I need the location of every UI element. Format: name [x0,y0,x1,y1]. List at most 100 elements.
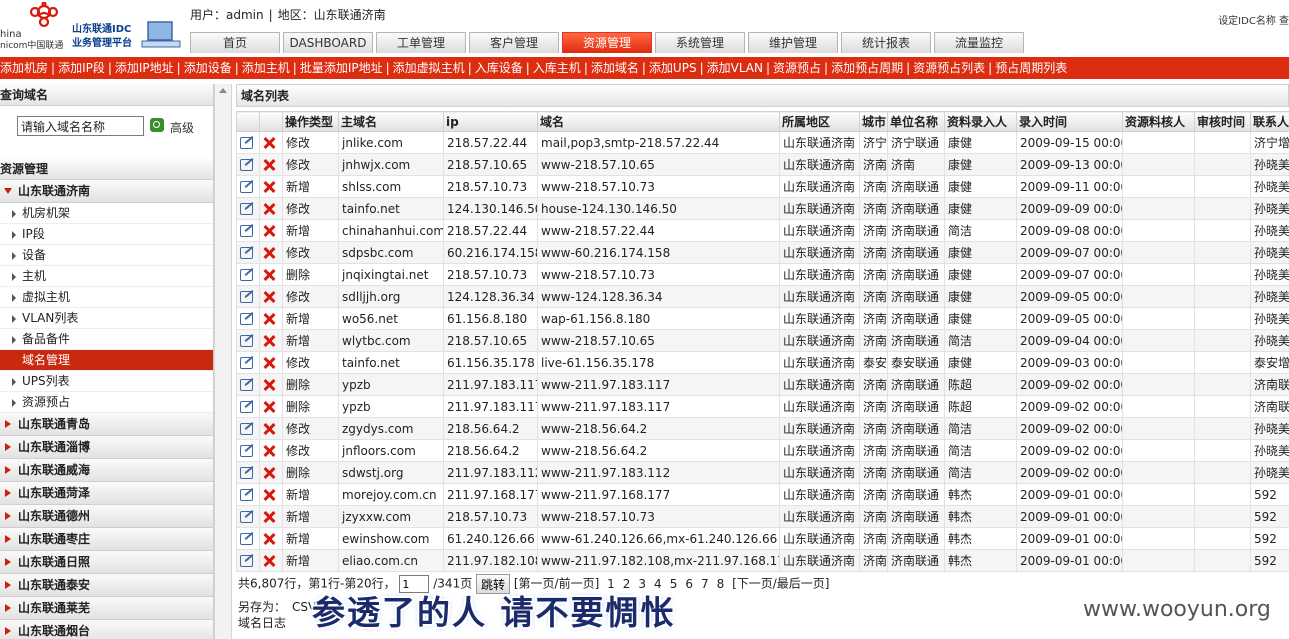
edit-icon[interactable] [240,467,253,479]
table-cell: 康健 [944,241,1017,264]
nav-action-2[interactable]: 添加IP地址 [115,61,174,75]
edit-icon[interactable] [240,357,253,369]
sidebar-group-5[interactable]: 山东联通枣庄 [0,528,213,551]
tab-1[interactable]: DASHBOARD [283,32,373,53]
nav-action-14[interactable]: 资源预占列表 [913,61,985,75]
edit-icon[interactable] [240,269,253,281]
next-last-link[interactable]: [下一页/最后一页] [732,577,829,591]
sidebar-item-4[interactable]: 虚拟主机 [0,287,213,308]
page-link-6[interactable]: 6 [685,577,693,591]
delete-icon[interactable] [263,137,275,149]
sidebar-group-2[interactable]: 山东联通威海 [0,459,213,482]
edit-icon[interactable] [240,555,253,567]
sidebar-item-0[interactable]: 机房机架 [0,203,213,224]
tab-4[interactable]: 资源管理 [562,32,652,53]
nav-action-7[interactable]: 入库设备 [475,61,523,75]
nav-action-3[interactable]: 添加设备 [184,61,232,75]
edit-icon[interactable] [240,445,253,457]
edit-icon[interactable] [240,313,253,325]
edit-icon[interactable] [240,247,253,259]
delete-icon[interactable] [263,159,275,171]
delete-icon[interactable] [263,247,275,259]
nav-action-11[interactable]: 添加VLAN [707,61,763,75]
sidebar-scrollbar[interactable] [214,84,232,639]
nav-action-1[interactable]: 添加IP段 [58,61,105,75]
table-cell: 2009-09-07 00:00 [1016,263,1123,286]
sidebar-group-jinan[interactable]: 山东联通济南 [0,180,213,203]
sidebar-item-3[interactable]: 主机 [0,266,213,287]
sidebar-group-3[interactable]: 山东联通菏泽 [0,482,213,505]
edit-icon[interactable] [240,533,253,545]
tab-5[interactable]: 系统管理 [655,32,745,53]
page-link-7[interactable]: 7 [701,577,709,591]
edit-icon[interactable] [240,423,253,435]
page-link-8[interactable]: 8 [717,577,725,591]
tab-6[interactable]: 维护管理 [748,32,838,53]
nav-action-13[interactable]: 添加预占周期 [831,61,903,75]
delete-icon[interactable] [263,423,275,435]
nav-action-0[interactable]: 添加机房 [0,61,48,75]
edit-icon[interactable] [240,335,253,347]
sidebar-group-7[interactable]: 山东联通泰安 [0,574,213,597]
edit-icon[interactable] [240,489,253,501]
delete-icon[interactable] [263,181,275,193]
delete-icon[interactable] [263,445,275,457]
edit-icon[interactable] [240,203,253,215]
delete-icon[interactable] [263,225,275,237]
delete-icon[interactable] [263,511,275,523]
nav-action-9[interactable]: 添加域名 [591,61,639,75]
delete-icon[interactable] [263,467,275,479]
edit-icon[interactable] [240,159,253,171]
scroll-up-arrow-icon[interactable] [219,88,227,93]
delete-icon[interactable] [263,357,275,369]
nav-action-12[interactable]: 资源预占 [773,61,821,75]
sidebar-group-4[interactable]: 山东联通德州 [0,505,213,528]
sidebar-group-6[interactable]: 山东联通日照 [0,551,213,574]
table-cell: 修改 [282,197,339,220]
search-icon[interactable] [150,118,164,132]
nav-action-10[interactable]: 添加UPS [649,61,697,75]
sidebar-item-9[interactable]: 资源预占 [0,392,213,413]
domain-log-link[interactable]: 域名日志 [238,614,286,631]
tab-0[interactable]: 首页 [190,32,280,53]
sidebar-group-0[interactable]: 山东联通青岛 [0,413,213,436]
tab-2[interactable]: 工单管理 [376,32,466,53]
tab-8[interactable]: 流量监控 [934,32,1024,53]
sidebar-item-5[interactable]: VLAN列表 [0,308,213,329]
edit-icon[interactable] [240,137,253,149]
edit-icon[interactable] [240,181,253,193]
delete-icon[interactable] [263,489,275,501]
sidebar-item-7[interactable]: 域名管理 [0,350,213,371]
tab-3[interactable]: 客户管理 [469,32,559,53]
edit-icon[interactable] [240,401,253,413]
domain-search-input[interactable] [17,116,144,136]
delete-icon[interactable] [263,269,275,281]
delete-icon[interactable] [263,379,275,391]
sidebar-item-2[interactable]: 设备 [0,245,213,266]
sidebar-group-1[interactable]: 山东联通淄博 [0,436,213,459]
nav-action-6[interactable]: 添加虚拟主机 [393,61,465,75]
sidebar-group-9[interactable]: 山东联通烟台 [0,620,213,639]
advanced-search-link[interactable]: 高级 [170,119,194,136]
tab-7[interactable]: 统计报表 [841,32,931,53]
delete-icon[interactable] [263,335,275,347]
delete-icon[interactable] [263,555,275,567]
delete-icon[interactable] [263,401,275,413]
nav-action-5[interactable]: 批量添加IP地址 [300,61,383,75]
nav-action-4[interactable]: 添加主机 [242,61,290,75]
nav-action-15[interactable]: 预占周期列表 [995,61,1067,75]
edit-icon[interactable] [240,291,253,303]
edit-icon[interactable] [240,225,253,237]
set-idc-name-link[interactable]: 设定IDC名称 查 [1218,12,1289,27]
sidebar-item-8[interactable]: UPS列表 [0,371,213,392]
sidebar-group-8[interactable]: 山东联通莱芜 [0,597,213,620]
delete-icon[interactable] [263,203,275,215]
delete-icon[interactable] [263,533,275,545]
edit-icon[interactable] [240,511,253,523]
sidebar-item-1[interactable]: IP段 [0,224,213,245]
sidebar-item-6[interactable]: 备品备件 [0,329,213,350]
delete-icon[interactable] [263,291,275,303]
edit-icon[interactable] [240,379,253,391]
delete-icon[interactable] [263,313,275,325]
nav-action-8[interactable]: 入库主机 [533,61,581,75]
